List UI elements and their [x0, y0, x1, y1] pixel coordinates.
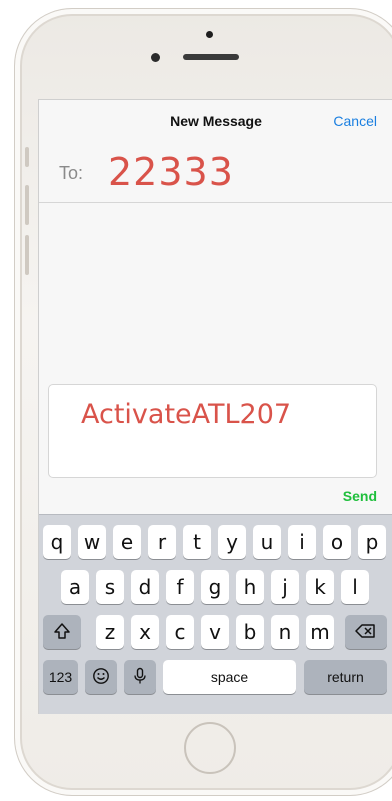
home-button[interactable] — [184, 722, 236, 774]
return-key[interactable]: return — [304, 660, 387, 694]
key-w[interactable]: w — [78, 525, 106, 559]
key-k[interactable]: k — [306, 570, 334, 604]
key-z[interactable]: z — [96, 615, 124, 649]
nav-bar: New Message Cancel — [39, 100, 392, 145]
proximity-sensor — [206, 31, 213, 38]
phone-side-button — [25, 147, 29, 167]
key-b[interactable]: b — [236, 615, 264, 649]
emoji-icon — [93, 668, 109, 684]
screen: New Message Cancel To: 22333 ActivateATL… — [38, 99, 392, 714]
shift-icon — [54, 623, 70, 639]
key-a[interactable]: a — [61, 570, 89, 604]
space-key[interactable]: space — [163, 660, 296, 694]
shift-key[interactable] — [43, 615, 81, 649]
key-i[interactable]: i — [288, 525, 316, 559]
key-y[interactable]: y — [218, 525, 246, 559]
to-label: To: — [59, 163, 84, 183]
backspace-icon — [355, 624, 375, 638]
phone-volume-up — [25, 185, 29, 225]
send-button[interactable]: Send — [343, 488, 377, 504]
recipient-field[interactable]: 22333 — [108, 150, 234, 194]
key-d[interactable]: d — [131, 570, 159, 604]
cancel-button[interactable]: Cancel — [333, 113, 377, 129]
key-o[interactable]: o — [323, 525, 351, 559]
dictation-key[interactable] — [124, 660, 156, 694]
key-l[interactable]: l — [341, 570, 369, 604]
backspace-key[interactable] — [345, 615, 387, 649]
key-x[interactable]: x — [131, 615, 159, 649]
key-p[interactable]: p — [358, 525, 386, 559]
message-text: ActivateATL207 — [81, 399, 292, 430]
key-c[interactable]: c — [166, 615, 194, 649]
key-u[interactable]: u — [253, 525, 281, 559]
recipient-row[interactable]: To: 22333 — [39, 144, 392, 203]
keyboard: q w e r t y u i o p a s d f g h j k l z … — [39, 514, 392, 714]
key-s[interactable]: s — [96, 570, 124, 604]
front-camera — [151, 53, 160, 62]
key-h[interactable]: h — [236, 570, 264, 604]
key-n[interactable]: n — [271, 615, 299, 649]
message-input[interactable]: ActivateATL207 — [48, 384, 377, 478]
key-q[interactable]: q — [43, 525, 71, 559]
key-m[interactable]: m — [306, 615, 334, 649]
emoji-key[interactable] — [85, 660, 117, 694]
key-j[interactable]: j — [271, 570, 299, 604]
key-v[interactable]: v — [201, 615, 229, 649]
microphone-icon — [134, 667, 146, 684]
phone-volume-down — [25, 235, 29, 275]
earpiece-speaker — [183, 54, 239, 60]
numbers-key[interactable]: 123 — [43, 660, 78, 694]
key-f[interactable]: f — [166, 570, 194, 604]
key-r[interactable]: r — [148, 525, 176, 559]
key-g[interactable]: g — [201, 570, 229, 604]
key-t[interactable]: t — [183, 525, 211, 559]
key-e[interactable]: e — [113, 525, 141, 559]
